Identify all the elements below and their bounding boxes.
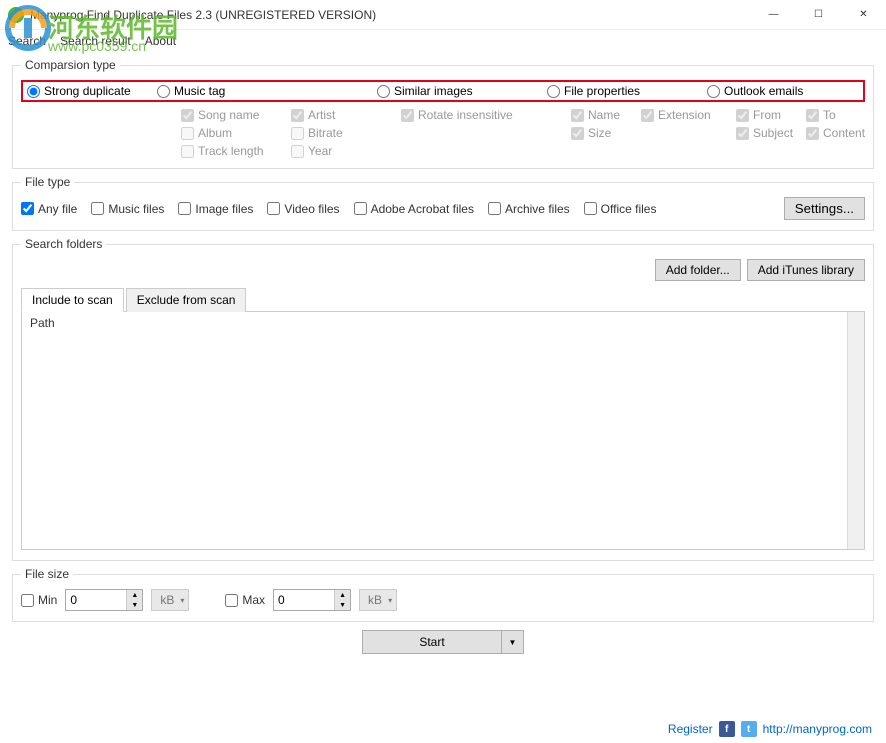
max-value-input[interactable]: [274, 591, 334, 609]
minimize-button[interactable]: —: [751, 0, 796, 30]
max-spinner[interactable]: ▲▼: [273, 589, 351, 611]
chk-song-name: Song name: [181, 108, 291, 122]
register-link[interactable]: Register: [668, 722, 713, 736]
file-type-group: File type Any file Music files Image fil…: [12, 175, 874, 231]
start-dropdown-button[interactable]: ▼: [502, 630, 524, 654]
tab-exclude-from-scan[interactable]: Exclude from scan: [126, 288, 247, 312]
start-button[interactable]: Start: [362, 630, 502, 654]
chk-extension: Extension: [641, 108, 736, 122]
footer: Register f t http://manyprog.com: [668, 721, 872, 737]
chk-from: From: [736, 108, 806, 122]
chk-adobe-files[interactable]: Adobe Acrobat files: [354, 202, 474, 216]
min-spinner[interactable]: ▲▼: [65, 589, 143, 611]
chk-bitrate: Bitrate: [291, 126, 401, 140]
radio-outlook-emails[interactable]: Outlook emails: [707, 84, 803, 98]
menu-search[interactable]: Search: [8, 34, 46, 48]
app-icon: [8, 7, 24, 23]
chk-size: Size: [571, 126, 641, 140]
chk-max[interactable]: Max: [225, 593, 265, 607]
add-folder-button[interactable]: Add folder...: [655, 259, 741, 281]
comparison-legend: Comparsion type: [21, 58, 120, 72]
comparison-type-group: Comparsion type Strong duplicate Music t…: [12, 58, 874, 169]
menu-about[interactable]: About: [145, 34, 176, 48]
radio-outlook-emails-input[interactable]: [707, 85, 720, 98]
chk-office-files[interactable]: Office files: [584, 202, 657, 216]
radio-strong-duplicate[interactable]: Strong duplicate: [27, 84, 157, 98]
chk-artist: Artist: [291, 108, 401, 122]
comparison-radio-row: Strong duplicate Music tag Similar image…: [21, 80, 865, 102]
chk-track-length: Track length: [181, 144, 291, 158]
chk-album: Album: [181, 126, 291, 140]
vertical-scrollbar[interactable]: [847, 312, 864, 549]
titlebar: Manyprog Find Duplicate Files 2.3 (UNREG…: [0, 0, 886, 30]
website-link[interactable]: http://manyprog.com: [763, 722, 872, 736]
chk-video-files[interactable]: Video files: [267, 202, 339, 216]
chevron-down-icon: ▾: [180, 596, 184, 605]
min-unit-select[interactable]: kB ▾: [151, 589, 189, 611]
chk-music-files[interactable]: Music files: [91, 202, 164, 216]
chk-image-files[interactable]: Image files: [178, 202, 253, 216]
radio-music-tag[interactable]: Music tag: [157, 84, 377, 98]
radio-music-tag-input[interactable]: [157, 85, 170, 98]
chk-archive-files[interactable]: Archive files: [488, 202, 570, 216]
radio-similar-images[interactable]: Similar images: [377, 84, 547, 98]
maximize-button[interactable]: ☐: [796, 0, 841, 30]
chk-year: Year: [291, 144, 401, 158]
chk-name: Name: [571, 108, 641, 122]
path-column-header: Path: [22, 312, 864, 334]
radio-strong-duplicate-input[interactable]: [27, 85, 40, 98]
chevron-down-icon: ▾: [388, 596, 392, 605]
radio-file-properties-input[interactable]: [547, 85, 560, 98]
radio-similar-images-input[interactable]: [377, 85, 390, 98]
search-folders-group: Search folders Add folder... Add iTunes …: [12, 237, 874, 561]
chk-any-file[interactable]: Any file: [21, 202, 77, 216]
radio-file-properties[interactable]: File properties: [547, 84, 707, 98]
chk-rotate-insensitive: Rotate insensitive: [401, 108, 571, 122]
tab-include-to-scan[interactable]: Include to scan: [21, 288, 124, 312]
twitter-icon[interactable]: t: [741, 721, 757, 737]
chk-min[interactable]: Min: [21, 593, 57, 607]
max-up-icon[interactable]: ▲: [335, 590, 350, 600]
filesize-legend: File size: [21, 567, 73, 581]
max-down-icon[interactable]: ▼: [335, 600, 350, 610]
chk-content: Content: [806, 126, 865, 140]
chk-to: To: [806, 108, 865, 122]
add-itunes-button[interactable]: Add iTunes library: [747, 259, 865, 281]
min-down-icon[interactable]: ▼: [127, 600, 142, 610]
file-size-group: File size Min ▲▼ kB ▾ Max ▲▼ kB ▾: [12, 567, 874, 622]
chk-subject: Subject: [736, 126, 806, 140]
max-unit-select[interactable]: kB ▾: [359, 589, 397, 611]
menubar: Search Search result About: [0, 30, 886, 52]
facebook-icon[interactable]: f: [719, 721, 735, 737]
filetype-legend: File type: [21, 175, 74, 189]
min-value-input[interactable]: [66, 591, 126, 609]
window-title: Manyprog Find Duplicate Files 2.3 (UNREG…: [30, 8, 751, 22]
min-up-icon[interactable]: ▲: [127, 590, 142, 600]
settings-button[interactable]: Settings...: [784, 197, 865, 220]
folders-legend: Search folders: [21, 237, 106, 251]
close-button[interactable]: ✕: [841, 0, 886, 30]
menu-search-result[interactable]: Search result: [60, 34, 131, 48]
path-list-panel: Path: [21, 312, 865, 550]
